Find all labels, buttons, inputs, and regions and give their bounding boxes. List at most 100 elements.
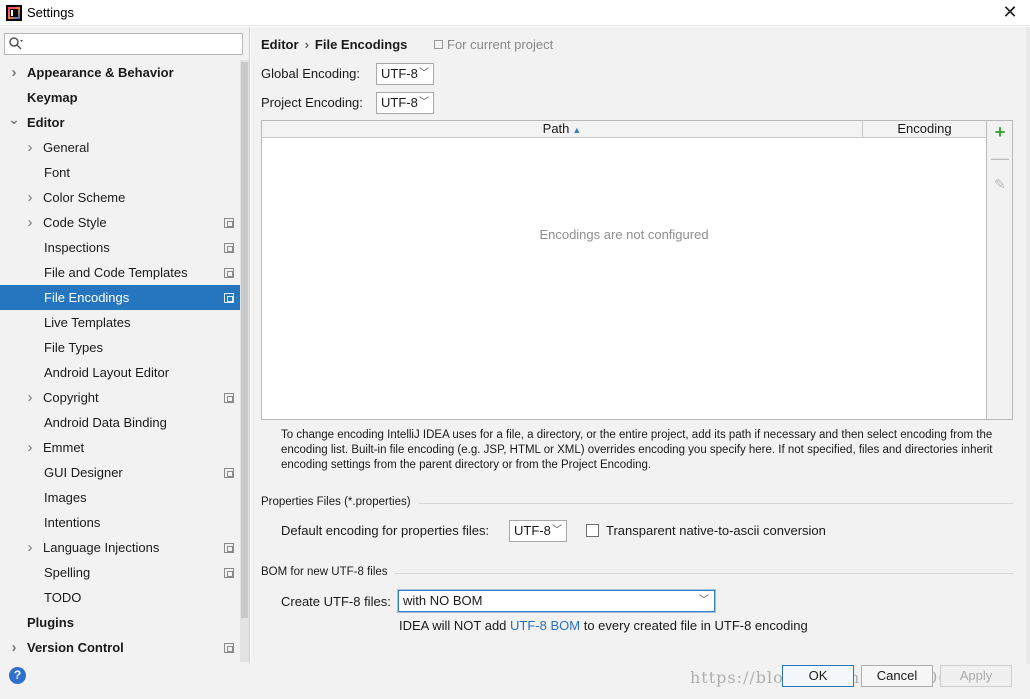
search-icon <box>9 37 23 50</box>
apply-button[interactable]: Apply <box>940 665 1012 687</box>
sidebar-item-copyright[interactable]: › Copyright <box>0 385 240 410</box>
sidebar-scrollbar[interactable] <box>240 60 249 662</box>
sidebar-item-font[interactable]: Font <box>0 160 240 185</box>
encodings-table[interactable]: Path ▲ Encoding Encodings are not configu… <box>261 120 987 420</box>
project-scope-icon <box>224 268 234 278</box>
edit-pencil-icon[interactable]: ✎ <box>991 175 1009 193</box>
chevron-right-icon[interactable]: › <box>24 385 36 410</box>
sidebar-item-label: Spelling <box>44 565 91 580</box>
sidebar-item-label: Plugins <box>27 615 74 630</box>
bom-note: IDEA will NOT add UTF-8 BOM to every cre… <box>399 618 808 633</box>
project-scope-icon <box>224 218 234 228</box>
project-scope-icon <box>224 543 234 553</box>
sidebar-item-gui-designer[interactable]: GUI Designer <box>0 460 240 485</box>
sidebar-item-file-and-code-templates[interactable]: File and Code Templates <box>0 260 240 285</box>
sidebar-item-android-data-binding[interactable]: Android Data Binding <box>0 410 240 435</box>
project-scope-icon <box>224 468 234 478</box>
global-encoding-select[interactable]: UTF-8 ﹀ <box>376 63 434 85</box>
sidebar-item-label: Images <box>44 490 87 505</box>
title-bar: Settings ✕ <box>0 0 1030 26</box>
utf8-bom-link[interactable]: UTF-8 BOM <box>510 618 580 633</box>
group-divider <box>395 573 1013 574</box>
bom-note-prefix: IDEA will NOT add <box>399 618 511 633</box>
settings-search[interactable] <box>4 33 243 55</box>
sidebar-item-label: GUI Designer <box>44 465 123 480</box>
search-input[interactable] <box>27 36 237 52</box>
project-scope-icon <box>224 643 234 653</box>
chevron-right-icon[interactable]: › <box>24 210 36 235</box>
global-encoding-label: Global Encoding: <box>261 66 361 81</box>
sidebar-item-appearance-behavior[interactable]: › Appearance & Behavior <box>0 60 240 85</box>
sidebar-item-inspections[interactable]: Inspections <box>0 235 240 260</box>
sidebar-item-emmet[interactable]: › Emmet <box>0 435 240 460</box>
chevron-right-icon[interactable]: › <box>24 135 36 160</box>
sidebar-item-intentions[interactable]: Intentions <box>0 510 240 535</box>
sidebar-item-color-scheme[interactable]: › Color Scheme <box>0 185 240 210</box>
help-icon[interactable]: ? <box>9 667 26 684</box>
transparent-conversion-label[interactable]: Transparent native-to-ascii conversion <box>606 523 826 538</box>
sidebar-item-todo[interactable]: TODO <box>0 585 240 610</box>
scrollbar-thumb[interactable] <box>241 62 248 618</box>
sidebar-item-editor[interactable]: ⌄ Editor <box>0 110 240 135</box>
chevron-right-icon[interactable]: › <box>24 185 36 210</box>
sidebar-item-version-control[interactable]: › Version Control <box>0 635 240 660</box>
sidebar-item-file-encodings[interactable]: File Encodings <box>0 285 240 310</box>
breadcrumb-separator: › <box>304 37 309 52</box>
chevron-down-icon: ﹀ <box>552 525 562 536</box>
file-encodings-panel: Editor › File Encodings For current projec… <box>251 27 1030 664</box>
project-scope-icon <box>224 568 234 578</box>
chevron-down-icon: ﹀ <box>419 68 429 79</box>
sidebar-item-label: Copyright <box>43 390 99 405</box>
window-title: Settings <box>27 5 74 20</box>
chevron-down-icon: ﹀ <box>419 97 429 108</box>
remove-icon[interactable]: — <box>991 149 1009 167</box>
page-title: File Encodings <box>314 37 408 52</box>
sidebar-item-android-layout-editor[interactable]: Android Layout Editor <box>0 360 240 385</box>
sidebar-item-code-style[interactable]: › Code Style <box>0 210 240 235</box>
chevron-right-icon[interactable]: › <box>24 435 36 460</box>
add-icon[interactable]: + <box>991 123 1009 141</box>
sidebar-item-label: Keymap <box>27 90 78 105</box>
help-description: To change encoding IntelliJ IDEA uses fo… <box>281 429 993 471</box>
sidebar-item-language-injections[interactable]: › Language Injections <box>0 535 240 560</box>
sidebar-item-label: Color Scheme <box>43 190 126 205</box>
sort-ascending-icon: ▲ <box>572 125 582 135</box>
project-encoding-select[interactable]: UTF-8 ﹀ <box>376 92 434 114</box>
sidebar-item-keymap[interactable]: Keymap <box>0 85 240 110</box>
dialog-button-bar: ? https://blog.csdn.net/qq_40691285 OK C… <box>0 664 1030 699</box>
sidebar-item-label: Intentions <box>44 515 101 530</box>
sidebar-item-label: Inspections <box>44 240 110 255</box>
properties-encoding-value: UTF-8 <box>514 523 551 538</box>
column-header-encoding[interactable]: Encoding <box>863 121 986 137</box>
chevron-right-icon[interactable]: › <box>8 60 20 85</box>
main-scrollbar[interactable] <box>1026 27 1030 664</box>
cancel-button[interactable]: Cancel <box>861 665 933 687</box>
project-scope-icon <box>224 243 234 253</box>
sidebar-item-live-templates[interactable]: Live Templates <box>0 310 240 335</box>
transparent-conversion-checkbox[interactable] <box>586 524 599 537</box>
properties-encoding-select[interactable]: UTF-8 ﹀ <box>509 520 567 542</box>
group-divider <box>419 503 1013 504</box>
breadcrumb: Editor › File Encodings <box>261 37 407 52</box>
sidebar-item-label: File and Code Templates <box>44 265 188 280</box>
sidebar-item-label: General <box>43 140 90 155</box>
chevron-right-icon[interactable]: › <box>24 535 36 560</box>
table-header: Path ▲ Encoding <box>262 121 986 138</box>
sidebar-item-plugins[interactable]: Plugins <box>0 610 240 635</box>
chevron-right-icon[interactable]: › <box>8 635 20 660</box>
settings-tree: › Appearance & Behavior Keymap ⌄ Editor › Gene… <box>0 60 240 660</box>
sidebar-item-general[interactable]: › General <box>0 135 240 160</box>
ok-button[interactable]: OK <box>782 665 854 687</box>
scope-label: For current project <box>447 37 554 52</box>
close-icon[interactable]: ✕ <box>1000 2 1020 22</box>
breadcrumb-parent: Editor <box>261 37 299 52</box>
column-header-path[interactable]: Path ▲ <box>262 121 863 137</box>
sidebar-item-spelling[interactable]: Spelling <box>0 560 240 585</box>
chevron-down-icon[interactable]: ⌄ <box>8 110 20 135</box>
scope-note: For current project <box>434 37 553 52</box>
properties-default-label: Default encoding for properties files: <box>281 523 490 538</box>
bom-select[interactable]: with NO BOM ﹀ <box>398 590 715 612</box>
sidebar-item-images[interactable]: Images <box>0 485 240 510</box>
project-encoding-label: Project Encoding: <box>261 95 363 110</box>
sidebar-item-file-types[interactable]: File Types <box>0 335 240 360</box>
